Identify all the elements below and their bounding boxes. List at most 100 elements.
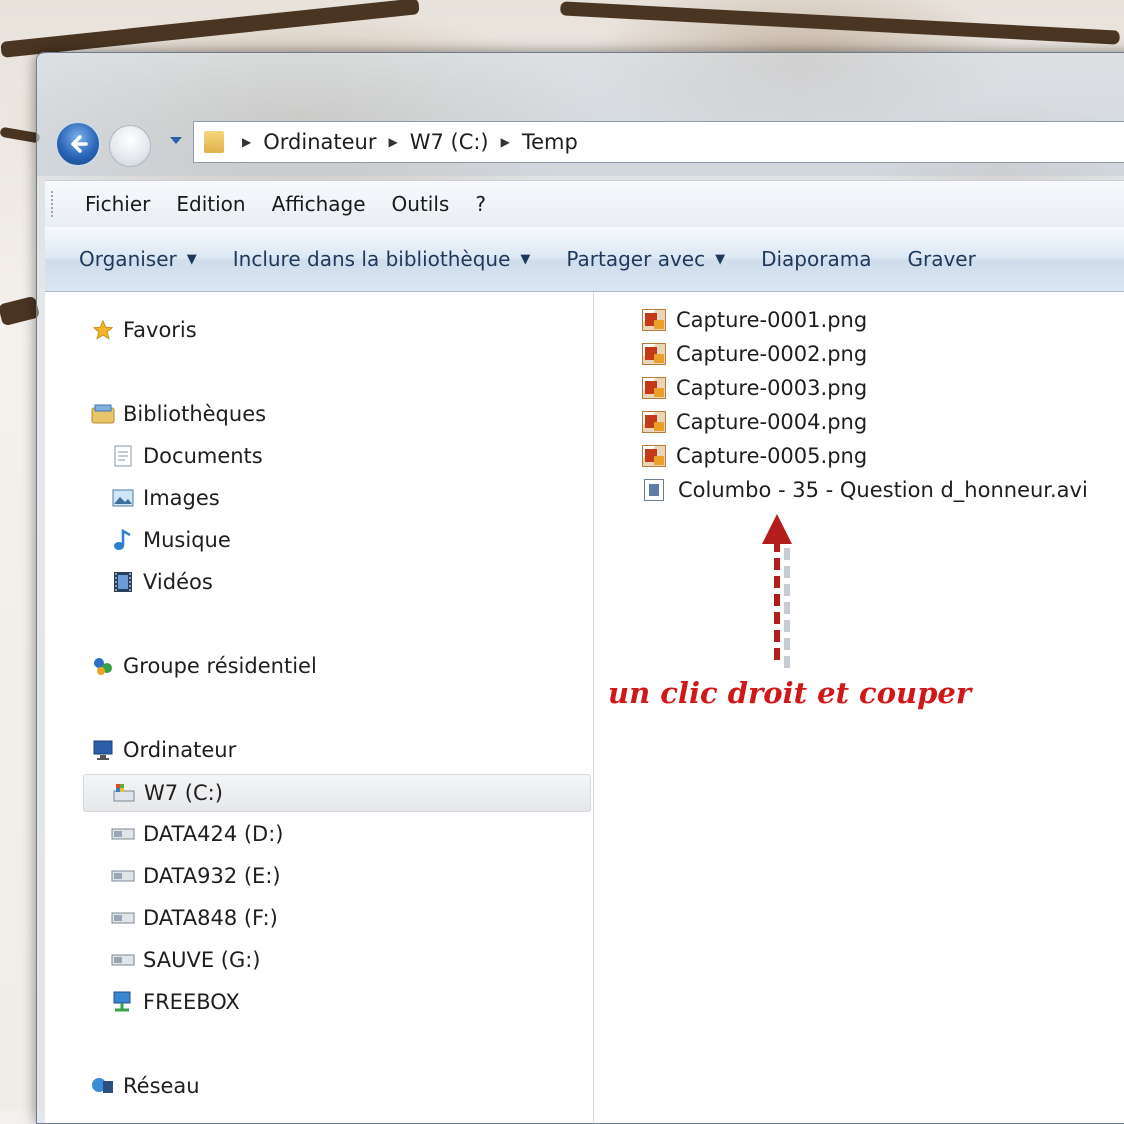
nav-item-label: Bibliothèques <box>123 402 267 426</box>
nav-item-drive-c[interactable]: W7 (C:) <box>83 774 591 812</box>
network-icon <box>91 1075 115 1097</box>
back-arrow-icon <box>71 135 88 153</box>
music-icon <box>111 529 135 551</box>
png-file-icon <box>642 343 666 365</box>
images-icon <box>111 487 135 509</box>
share-with-label: Partager avec <box>566 247 706 271</box>
slideshow-label: Diaporama <box>761 247 872 271</box>
video-file-icon <box>644 479 664 501</box>
history-dropdown-chevron-icon[interactable] <box>170 137 182 144</box>
nav-item-videos[interactable]: Vidéos <box>111 564 213 600</box>
nav-item-computer[interactable]: Ordinateur <box>91 732 236 768</box>
png-file-icon <box>642 445 666 467</box>
file-name: Capture-0003.png <box>676 376 868 400</box>
file-item[interactable]: Capture-0003.png <box>642 373 867 403</box>
nav-item-label: Images <box>143 486 220 510</box>
png-file-icon <box>642 309 666 331</box>
nav-item-label: DATA932 (E:) <box>143 864 281 888</box>
drive-icon <box>111 907 135 929</box>
nav-item-label: Réseau <box>123 1074 200 1098</box>
command-bar: Organiser ▼ Inclure dans la bibliothèque ▼… <box>45 227 1124 292</box>
nav-item-libraries[interactable]: Bibliothèques <box>91 396 266 432</box>
png-file-icon <box>642 377 666 399</box>
menu-tools[interactable]: Outils <box>379 188 463 220</box>
annotation-text: un clic droit et couper <box>608 676 972 710</box>
annotation-arrow-shadow <box>784 548 790 668</box>
burn-button[interactable]: Graver <box>907 243 975 275</box>
menu-bar: Fichier Edition Affichage Outils ? <box>45 180 1124 228</box>
burn-label: Graver <box>907 247 976 271</box>
window-titlebar: ▶ Ordinateur ▶ W7 (C:) ▶ Temp <box>37 53 1124 176</box>
nav-item-freebox[interactable]: FREEBOX <box>111 984 240 1020</box>
breadcrumb-chevron-icon[interactable]: ▶ <box>242 135 251 149</box>
nav-item-images[interactable]: Images <box>111 480 220 516</box>
breadcrumb-chevron-icon[interactable]: ▶ <box>501 135 510 149</box>
menu-view[interactable]: Affichage <box>259 188 379 220</box>
drive-icon <box>111 949 135 971</box>
file-name: Capture-0004.png <box>676 410 868 434</box>
videos-icon <box>111 571 135 593</box>
chevron-down-icon: ▼ <box>715 251 726 267</box>
annotation-arrow-shaft <box>774 540 780 660</box>
organize-button[interactable]: Organiser ▼ <box>79 243 197 275</box>
file-item[interactable]: Columbo - 35 - Question d_honneur.avi <box>642 475 1088 505</box>
network-drive-icon <box>111 991 135 1013</box>
menu-help[interactable]: ? <box>462 188 499 220</box>
address-bar[interactable]: ▶ Ordinateur ▶ W7 (C:) ▶ Temp <box>193 121 1124 163</box>
annotation-arrow-head-icon <box>762 514 792 544</box>
nav-item-music[interactable]: Musique <box>111 522 231 558</box>
include-in-library-label: Inclure dans la bibliothèque <box>232 247 511 271</box>
include-in-library-button[interactable]: Inclure dans la bibliothèque ▼ <box>233 243 531 275</box>
nav-item-label: Ordinateur <box>123 738 237 762</box>
breadcrumb-item[interactable]: Temp <box>522 130 578 154</box>
nav-item-label: Groupe résidentiel <box>123 654 317 678</box>
documents-icon <box>111 445 135 467</box>
organize-label: Organiser <box>79 247 177 271</box>
file-item[interactable]: Capture-0005.png <box>642 441 867 471</box>
file-item[interactable]: Capture-0002.png <box>642 339 867 369</box>
navigation-pane: Favoris Bibliothèques Documents Images M… <box>45 292 594 1123</box>
nav-item-label: SAUVE (G:) <box>143 948 261 972</box>
breadcrumb-item[interactable]: W7 (C:) <box>410 130 489 154</box>
breadcrumb-item[interactable]: Ordinateur <box>263 130 376 154</box>
folder-icon <box>204 131 224 153</box>
nav-item-drive-f[interactable]: DATA848 (F:) <box>111 900 278 936</box>
nav-item-drive-g[interactable]: SAUVE (G:) <box>111 942 261 978</box>
file-name: Capture-0001.png <box>676 308 868 332</box>
nav-item-label: DATA848 (F:) <box>143 906 278 930</box>
nav-item-homegroup[interactable]: Groupe résidentiel <box>91 648 317 684</box>
library-icon <box>91 403 115 425</box>
nav-item-drive-e[interactable]: DATA932 (E:) <box>111 858 281 894</box>
file-name: Columbo - 35 - Question d_honneur.avi <box>678 478 1088 502</box>
drive-icon <box>111 823 135 845</box>
file-name: Capture-0002.png <box>676 342 868 366</box>
nav-item-label: Favoris <box>123 318 197 342</box>
nav-item-favorites[interactable]: Favoris <box>91 312 197 348</box>
forward-button[interactable] <box>109 125 151 167</box>
nav-item-drive-d[interactable]: DATA424 (D:) <box>111 816 284 852</box>
nav-item-label: Vidéos <box>143 570 213 594</box>
nav-item-documents[interactable]: Documents <box>111 438 263 474</box>
file-item[interactable]: Capture-0004.png <box>642 407 867 437</box>
computer-icon <box>91 739 115 761</box>
back-button[interactable] <box>55 121 101 167</box>
file-item[interactable]: Capture-0001.png <box>642 305 867 335</box>
slideshow-button[interactable]: Diaporama <box>761 243 871 275</box>
share-with-button[interactable]: Partager avec ▼ <box>566 243 725 275</box>
nav-item-label: DATA424 (D:) <box>143 822 284 846</box>
file-name: Capture-0005.png <box>676 444 868 468</box>
menu-file[interactable]: Fichier <box>72 188 163 220</box>
nav-item-label: FREEBOX <box>143 990 240 1014</box>
chevron-down-icon: ▼ <box>520 251 531 267</box>
png-file-icon <box>642 411 666 433</box>
homegroup-icon <box>91 655 115 677</box>
nav-item-label: Musique <box>143 528 231 552</box>
star-icon <box>91 319 115 341</box>
menu-edit[interactable]: Edition <box>163 188 258 220</box>
nav-item-label: W7 (C:) <box>144 781 223 805</box>
system-drive-icon <box>112 782 136 804</box>
nav-item-network[interactable]: Réseau <box>91 1068 200 1104</box>
nav-item-label: Documents <box>143 444 263 468</box>
breadcrumb-chevron-icon[interactable]: ▶ <box>388 135 397 149</box>
chevron-down-icon: ▼ <box>186 251 197 267</box>
